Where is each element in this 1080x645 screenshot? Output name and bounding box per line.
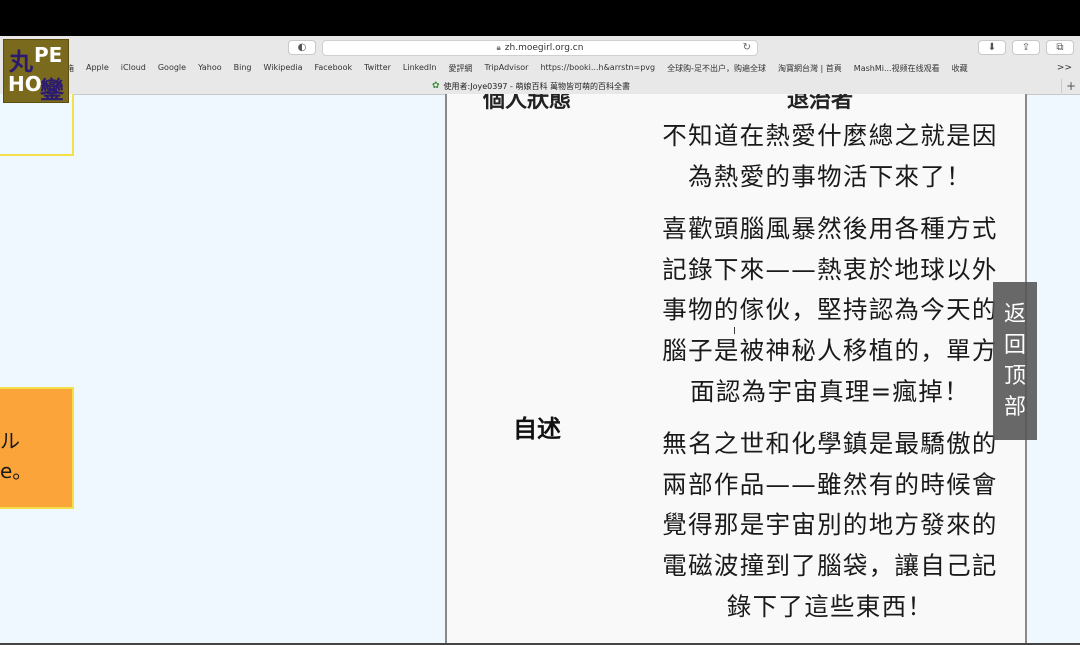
orange-panel-text: e。 (0, 459, 33, 483)
paragraph-line: 無名之世和化學鎮是最驕傲的 (662, 429, 998, 458)
paragraph-line: 不知道在熱愛什麼總之就是因 (662, 121, 998, 150)
new-tab-button[interactable]: + (1061, 79, 1080, 93)
back-to-top-char: 部 (1003, 395, 1026, 420)
back-to-top-char: 顶 (1003, 364, 1026, 389)
active-tab[interactable]: ✿ 使用者:Joye0397 - 萌娘百科 萬物皆可萌的百科全書 (0, 79, 1062, 93)
bookmark-item[interactable]: TripAdvisor (484, 63, 528, 77)
tab-title: 使用者:Joye0397 - 萌娘百科 萬物皆可萌的百科全書 (443, 81, 631, 91)
browser-chrome: ◐ 🔒︎ zh.moegirl.org.cn ↻ ⬇ ⇪ ⧉ 箱 Apple i… (0, 36, 1080, 95)
bookmark-item[interactable]: 愛評網 (448, 63, 472, 77)
text-cursor-icon: I (733, 326, 736, 337)
reload-icon[interactable]: ↻ (743, 42, 751, 53)
paragraph-line: 為熱愛的事物活下來了！ (688, 161, 972, 191)
paragraph-line: 面認為宇宙真理=瘋掉！ (690, 376, 970, 406)
self-intro-label: 自述 (513, 415, 561, 443)
paragraph-line: 記錄下來——熱衷於地球以外 (662, 254, 998, 284)
more-bookmarks-button[interactable]: >> (1057, 63, 1072, 73)
bookmark-item[interactable]: Facebook (315, 63, 353, 77)
back-to-top-char: 返 (1003, 302, 1026, 327)
paragraph-line: 電磁波撞到了腦袋，讓自己記 (662, 551, 998, 581)
bookmark-item[interactable]: 收藏 (952, 63, 968, 77)
back-to-top-char: 回 (1003, 333, 1026, 358)
logo-glyph-b: 鑾 (40, 76, 64, 104)
left-orange-panel: ル e。 (0, 387, 74, 509)
bookmark-item[interactable]: 全球购-足不出户，购遍全球 (667, 63, 766, 77)
address-bar[interactable]: 🔒︎ zh.moegirl.org.cn ↻ (322, 40, 758, 56)
lock-icon: 🔒︎ (496, 43, 501, 52)
self-intro-paragraph: 不知道在熱愛什麼總之就是因 為熱愛的事物活下來了！ (637, 116, 1023, 197)
status-value: 退治者 (787, 94, 854, 113)
bookmark-item[interactable]: Wikipedia (263, 63, 302, 77)
screen-top-bar (0, 0, 1080, 36)
share-icon[interactable]: ⇪ (1012, 40, 1040, 55)
paragraph-line: 錄下了這些東西！ (726, 591, 934, 621)
site-logo[interactable]: 丸 PE HO 鑾 (3, 39, 69, 104)
bookmark-item[interactable]: Bing (234, 63, 252, 77)
shield-icon[interactable]: ◐ (288, 40, 316, 55)
paragraph-line: 兩部作品——雖然有的時候會 (662, 469, 998, 499)
browser-toolbar: ◐ 🔒︎ zh.moegirl.org.cn ↻ ⬇ ⇪ ⧉ (0, 36, 1080, 60)
logo-text-ho: HO (8, 72, 42, 96)
bookmark-item[interactable]: iCloud (121, 63, 146, 77)
bookmark-item[interactable]: Google (158, 63, 186, 77)
bookmark-item[interactable]: https://booki...h&arrstn=pvg (540, 63, 655, 77)
url-text: zh.moegirl.org.cn (504, 43, 584, 53)
paragraph-line: 腦子是被神秘人移植的，單方 (662, 336, 998, 366)
self-intro-paragraph: 喜歡頭腦風暴然後用各種方式 記錄下來——熱衷於地球以外 事物的傢伙，堅持認為今天… (637, 209, 1023, 413)
back-to-top-button[interactable]: 返 回 顶 部 (993, 282, 1037, 440)
status-label: 個人狀態 (483, 94, 572, 113)
paragraph-line: 覺得那是宇宙別的地方發來的 (662, 510, 998, 540)
bookmark-item[interactable]: 淘寶網台灣 | 首頁 (778, 63, 842, 77)
bookmark-item[interactable]: Apple (86, 63, 109, 77)
favicon-icon: ✿ (431, 81, 440, 91)
profile-table: 個人狀態 退治者 自述 不知道在熱愛什麼總之就是因 為熱愛的事物活下來了！ 喜歡… (445, 94, 1027, 645)
logo-text-pe: PE (34, 43, 63, 67)
bookmark-item[interactable]: Twitter (364, 63, 391, 77)
download-icon[interactable]: ⬇ (978, 40, 1006, 55)
paragraph-line: 喜歡頭腦風暴然後用各種方式 (662, 214, 998, 243)
bookmark-item[interactable]: Yahoo (198, 63, 222, 77)
self-intro-paragraph: 無名之世和化學鎮是最驕傲的 兩部作品——雖然有的時候會 覺得那是宇宙別的地方發來… (637, 424, 1023, 628)
bookmark-item[interactable]: LinkedIn (403, 63, 437, 77)
tabs-icon[interactable]: ⧉ (1046, 40, 1074, 55)
orange-panel-text: ル (0, 429, 20, 453)
paragraph-line: 事物的傢伙，堅持認為今天的 (662, 295, 998, 325)
bookmark-item[interactable]: MashMi...视频在线观看 (854, 63, 940, 77)
bookmarks-bar: 箱 Apple iCloud Google Yahoo Bing Wikiped… (66, 63, 980, 77)
